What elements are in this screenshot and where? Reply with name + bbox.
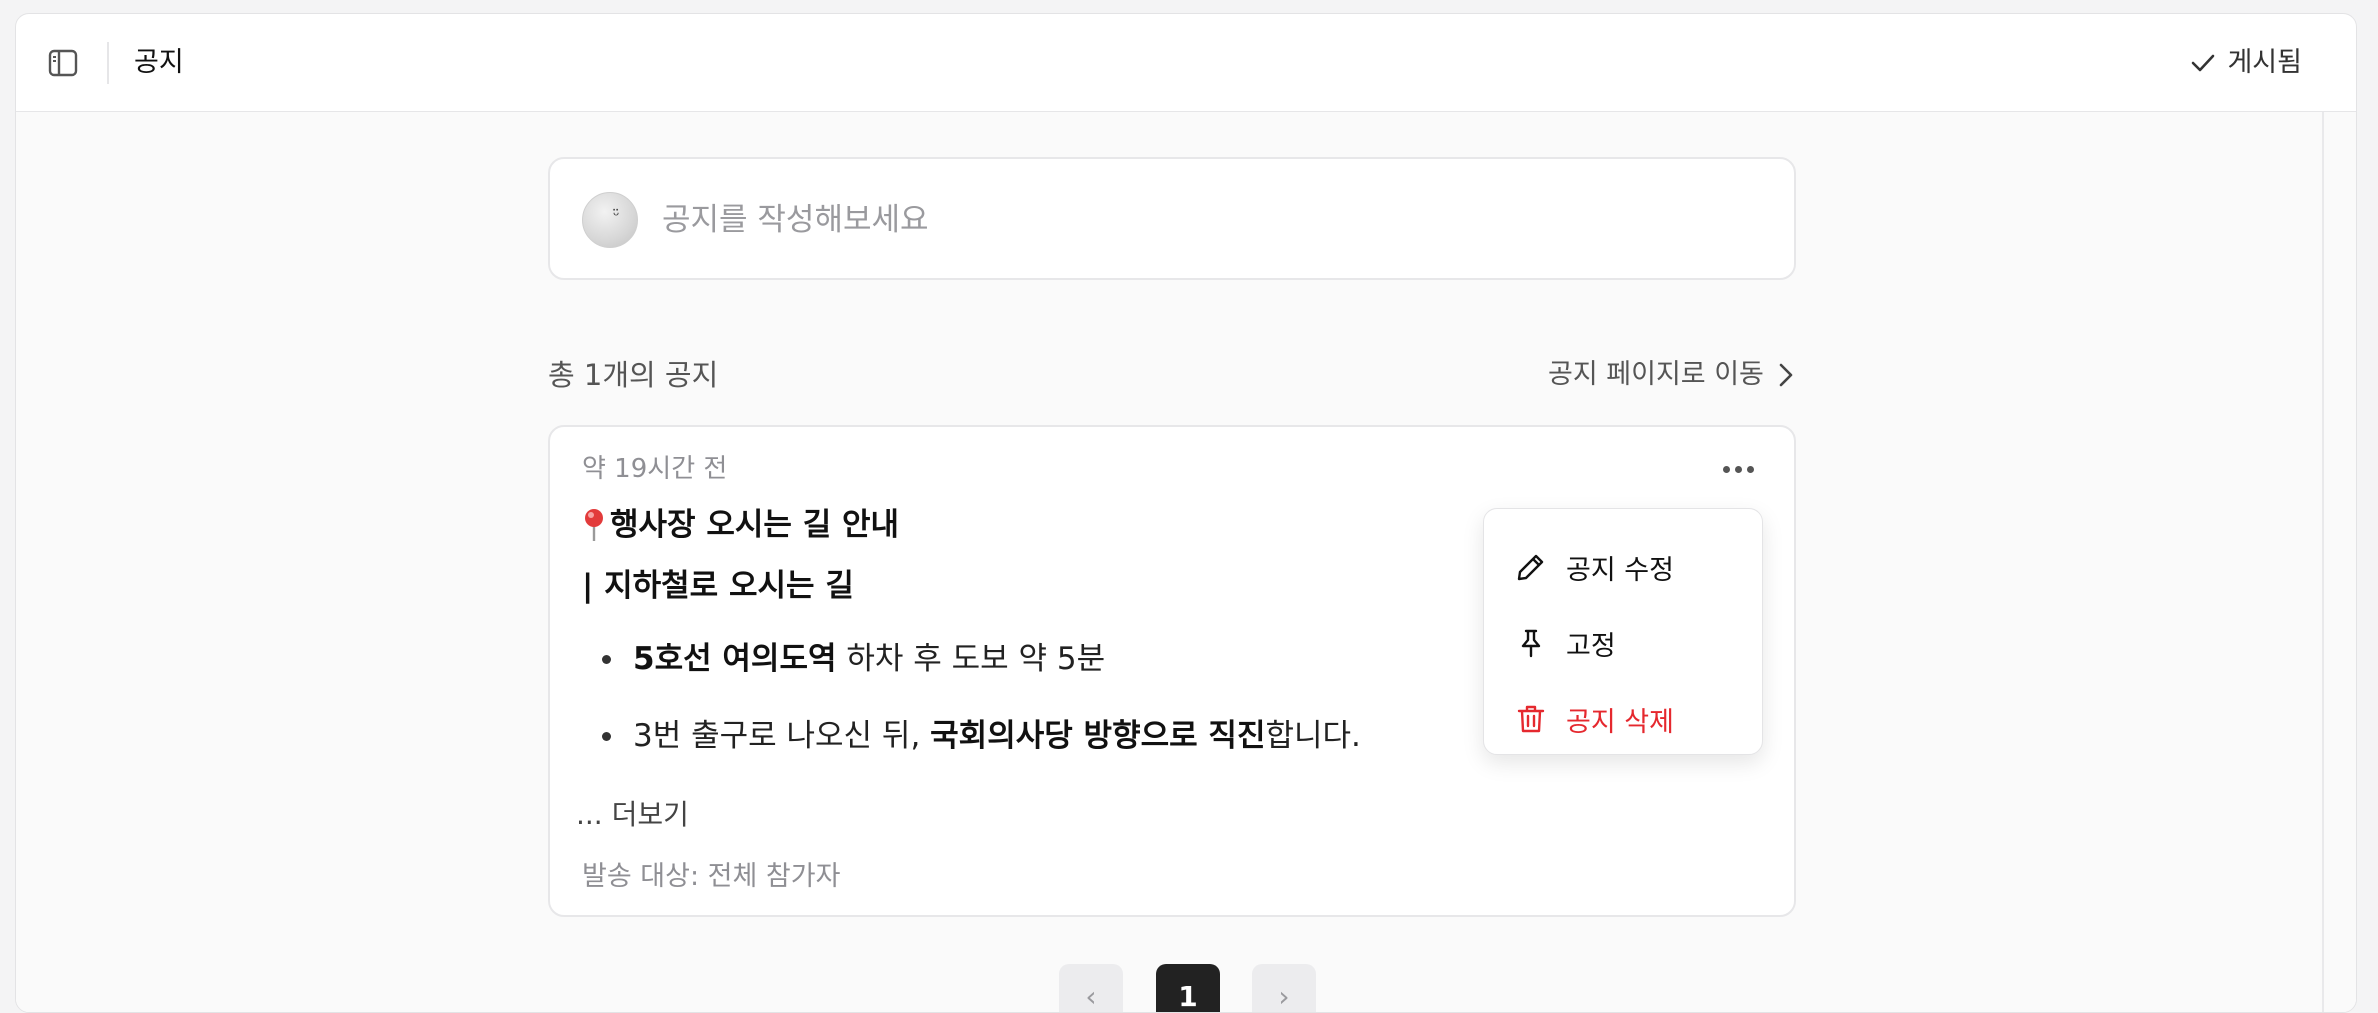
check-icon (2192, 54, 2215, 72)
published-status[interactable]: 게시됨 (2189, 44, 2302, 82)
pencil-icon (1516, 552, 1546, 582)
bullet-bold: 5호선 여의도역 (633, 641, 837, 677)
avatar-face: ᵕ̈ (613, 206, 620, 225)
notice-options-menu: 공지 수정 고정 공지 삭제 (1483, 508, 1763, 755)
edit-notice-menu-item[interactable]: 공지 수정 (1484, 529, 1762, 605)
notice-title-text: 행사장 오시는 길 안내 (610, 507, 900, 543)
sidebar-toggle-button[interactable] (46, 46, 80, 80)
delete-notice-menu-item[interactable]: 공지 삭제 (1484, 681, 1762, 757)
current-page-button[interactable]: 1 (1156, 964, 1220, 1012)
menu-item-label: 공지 삭제 (1566, 706, 1674, 738)
notice-subtitle: | 지하철로 오시는 길 (582, 568, 854, 604)
composer-placeholder: 공지를 작성해보세요 (662, 202, 929, 238)
scrollbar[interactable] (2322, 112, 2324, 1012)
round-pushpin-icon (582, 507, 606, 543)
notice-title: 행사장 오시는 길 안내 (582, 503, 899, 547)
more-dot (1746, 465, 1754, 473)
top-bar: 공지 게시됨 (16, 14, 2356, 112)
notice-composer[interactable]: ᵕ̈ 공지를 작성해보세요 (548, 157, 1796, 280)
more-dot (1722, 465, 1730, 473)
read-more-link[interactable]: ... 더보기 (576, 795, 689, 835)
more-options-button[interactable] (1718, 451, 1758, 487)
pin-icon (1516, 628, 1546, 658)
bullet-bold: 국회의사당 방향으로 직진 (930, 718, 1266, 754)
main-content: ᵕ̈ 공지를 작성해보세요 총 1개의 공지 공지 페이지로 이동 약 19시간… (16, 112, 2356, 1012)
status-label: 게시됨 (2227, 47, 2302, 78)
more-dot (1734, 465, 1742, 473)
list-item: 3번 출구로 나오신 뒤, 국회의사당 방향으로 직진 합니다. (602, 714, 1361, 758)
notice-time: 약 19시간 전 (582, 454, 728, 484)
trash-icon (1516, 704, 1546, 734)
page-title: 공지 (134, 47, 184, 78)
bullet-dot (602, 654, 611, 664)
bullet-text: 3번 출구로 나오신 뒤, (633, 718, 931, 754)
goto-notice-page-link[interactable]: 공지 페이지로 이동 (1548, 355, 1794, 395)
menu-item-label: 공지 수정 (1566, 554, 1674, 586)
menu-item-label: 고정 (1566, 630, 1616, 662)
notice-count: 총 1개의 공지 (548, 358, 719, 392)
chevron-right-icon (1779, 363, 1793, 387)
bullet-dot (602, 731, 611, 741)
next-page-button[interactable]: › (1252, 964, 1316, 1012)
app-window: 공지 게시됨 ᵕ̈ 공지를 작성해보세요 총 1개의 공지 공지 페이지로 이동… (15, 13, 2357, 1013)
bullet-text: 하차 후 도보 약 5분 (836, 641, 1106, 677)
avatar: ᵕ̈ (582, 192, 638, 248)
header-divider (107, 42, 109, 84)
goto-label: 공지 페이지로 이동 (1548, 359, 1764, 390)
pin-notice-menu-item[interactable]: 고정 (1484, 605, 1762, 681)
send-target: 발송 대상: 전체 참가자 (582, 861, 841, 892)
sidebar-icon (48, 49, 78, 77)
prev-page-button[interactable]: ‹ (1059, 964, 1123, 1012)
list-item: 5호선 여의도역 하차 후 도보 약 5분 (602, 637, 1105, 681)
bullet-text: 합니다. (1265, 718, 1361, 754)
